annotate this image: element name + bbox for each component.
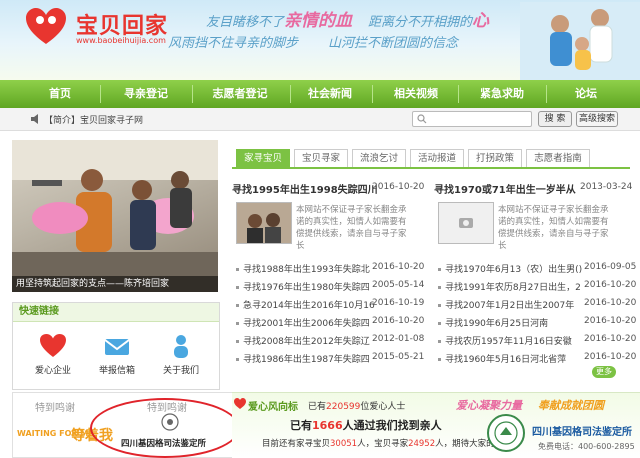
- tab-activities[interactable]: 活动报道: [410, 149, 464, 167]
- nav-item-register[interactable]: 寻亲登记: [110, 80, 182, 108]
- list-date: 2015-05-21: [372, 352, 425, 362]
- list-date: 2016-10-20: [584, 352, 637, 362]
- list-item[interactable]: 寻找1986年出生1987年失踪四: [236, 352, 370, 365]
- more-button[interactable]: 更多: [592, 366, 616, 378]
- list-date: 2005-05-14: [372, 280, 425, 290]
- search-icon: [417, 114, 427, 124]
- quick-link-report-mailbox[interactable]: 举报信箱: [89, 333, 145, 376]
- slogan-top-right: 距离分不开相拥的心: [368, 11, 490, 31]
- quick-link-love-enterprise[interactable]: 爱心企业: [25, 333, 81, 376]
- list-date: 2016-10-20: [584, 298, 637, 308]
- list-date: 2016-10-20: [584, 316, 637, 326]
- slogan-a: 爱心凝聚力量: [456, 399, 522, 412]
- nav-item-videos[interactable]: 相关视频: [384, 80, 448, 108]
- slogan-b: 奉献成就团圆: [538, 399, 604, 412]
- nav-item-news[interactable]: 社会新闻: [298, 80, 362, 108]
- mail-icon: [104, 339, 130, 355]
- list-item[interactable]: 寻找1990年6月25日河南: [438, 316, 548, 329]
- featured-thumb-2[interactable]: [438, 202, 494, 244]
- highlight-circle: [90, 398, 240, 458]
- list-item[interactable]: 寻找2008年出生2012年失踪辽: [236, 334, 370, 347]
- featured-thumb-1[interactable]: [236, 202, 292, 244]
- featured-title-2[interactable]: 寻找1970或71年出生一岁半从: [434, 181, 576, 196]
- nav-item-home[interactable]: 首页: [30, 80, 90, 108]
- category-tabs: 家寻宝贝 宝贝寻家 流浪乞讨 活动报道 打拐政策 志愿者指南: [232, 147, 630, 169]
- header-banner: 宝贝回家 www.baobeihuijia.com 友目睹移不了亲情的血 距离分…: [0, 0, 640, 80]
- featured-date-1: 2016-10-20: [372, 182, 425, 192]
- camera-placeholder-icon: [459, 218, 473, 228]
- search-button[interactable]: 搜 索: [538, 111, 572, 127]
- list-item[interactable]: 寻找1970年6月13（农）出生男(): [438, 262, 582, 275]
- featured-date-2: 2013-03-24: [580, 182, 633, 192]
- search-bar: 【简介】宝贝回家寻子网 搜 索 高级搜索: [0, 108, 640, 131]
- stats-line: 目前还有家寻宝贝30051人，宝贝寻家24952人，期待大家的帮助: [262, 439, 512, 449]
- tab-family-seeking[interactable]: 家寻宝贝: [236, 149, 290, 167]
- list-item[interactable]: 寻找1988年出生1993年失踪北: [236, 262, 370, 275]
- found-count: 1666: [312, 419, 343, 432]
- love-title: 爱心风向标: [248, 402, 298, 413]
- found-line: 已有1666人通过我们找到亲人: [290, 419, 442, 432]
- list-date: 2016-10-19: [372, 298, 425, 308]
- love-count: 220599: [326, 402, 361, 412]
- featured-title-1[interactable]: 寻找1995年出生1998失踪四川: [232, 181, 378, 196]
- thanks-badge-1: 特到鸣谢: [35, 403, 75, 414]
- quick-link-label: 爱心企业: [34, 366, 71, 376]
- list-date: 2016-10-20: [372, 316, 425, 326]
- tab-child-seeking[interactable]: 宝贝寻家: [294, 149, 348, 167]
- heart-icon: [40, 334, 66, 357]
- slogan-top-left: 友目睹移不了亲情的血: [206, 11, 353, 31]
- love-count-line: 已有220599位爱心人士: [308, 402, 406, 412]
- list-item[interactable]: 寻找2001年出生2006年失踪四: [236, 316, 370, 329]
- slogan-bottom-right: 山河拦不断团圆的信念: [328, 36, 459, 51]
- photo-caption[interactable]: 用坚持筑起回家的支点——陈齐培回家: [12, 276, 218, 292]
- slogan-bottom-left: 风雨挡不住寻亲的脚步: [168, 36, 299, 51]
- quick-link-label: 举报信箱: [98, 366, 135, 376]
- sponsor-name-right[interactable]: 四川基因格司法鉴定所: [532, 423, 632, 438]
- speaker-icon: [31, 114, 38, 124]
- logo-url: www.baobeihuijia.com: [76, 36, 166, 45]
- intro-text[interactable]: 【简介】宝贝回家寻子网: [44, 113, 143, 126]
- list-date: 2016-10-20: [584, 280, 637, 290]
- list-item[interactable]: 寻找2007年1月2日出生2007年: [438, 298, 574, 311]
- tab-vagrant[interactable]: 流浪乞讨: [352, 149, 406, 167]
- photo-image: [12, 140, 218, 292]
- quick-link-about-us[interactable]: 关于我们: [153, 333, 209, 376]
- family-photo: [520, 2, 640, 80]
- tab-policy[interactable]: 打拐政策: [468, 149, 522, 167]
- nav-item-forum[interactable]: 论坛: [556, 80, 616, 108]
- quick-links-title: 快速链接: [13, 303, 219, 322]
- list-item[interactable]: 寻找1960年5月16日河北省萍: [438, 352, 566, 365]
- person-icon: [174, 335, 188, 358]
- featured-summary-1: 本网站不保证寻子家长翻金承诺的真实性，知情人如需要有偿提供线索，请亲自与寻子家长: [296, 205, 407, 251]
- nav-item-volunteer[interactable]: 志愿者登记: [200, 80, 280, 108]
- nav-item-emergency[interactable]: 紧急求助: [470, 80, 534, 108]
- logo-heart-icon: [26, 8, 66, 44]
- feature-photo[interactable]: [12, 140, 218, 292]
- list-item[interactable]: 寻找1976年出生1980年失踪四: [236, 280, 370, 293]
- list-date: 2016-10-20: [372, 262, 425, 272]
- quick-link-label: 关于我们: [162, 366, 199, 376]
- hotline: 免费电话：400-600-2895: [538, 442, 635, 451]
- quick-links-panel: 快速链接 爱心企业 举报信箱 关于我们: [12, 302, 220, 390]
- list-item[interactable]: 寻找1991年农历8月27日出生，2: [438, 280, 581, 293]
- list-date: 2016-09-05: [584, 262, 637, 272]
- list-item[interactable]: 急寻2014年出生2016年10月16: [236, 298, 375, 311]
- love-panel: 爱心风向标 已有220599位爱心人士 爱心凝聚力量 奉献成就团圆 已有1666…: [232, 392, 640, 458]
- sponsor-seal-icon[interactable]: [486, 413, 526, 453]
- main-nav: 首页 寻亲登记 志愿者登记 社会新闻 相关视频 紧急求助 论坛: [0, 80, 640, 108]
- search-input[interactable]: [412, 111, 532, 127]
- featured-summary-2: 本网站不保证寻子家长翻金承诺的真实性，知情人如需要有偿提供线索，请亲自与寻子家长: [498, 205, 609, 251]
- list-date: 2016-10-20: [584, 334, 637, 344]
- list-date: 2012-01-08: [372, 334, 425, 344]
- advanced-search-button[interactable]: 高级搜索: [576, 111, 618, 127]
- tab-volunteer-guide[interactable]: 志愿者指南: [526, 149, 590, 167]
- list-item[interactable]: 寻找农历1957年11月16日安徽: [438, 334, 572, 347]
- heart-small-icon: [234, 398, 246, 409]
